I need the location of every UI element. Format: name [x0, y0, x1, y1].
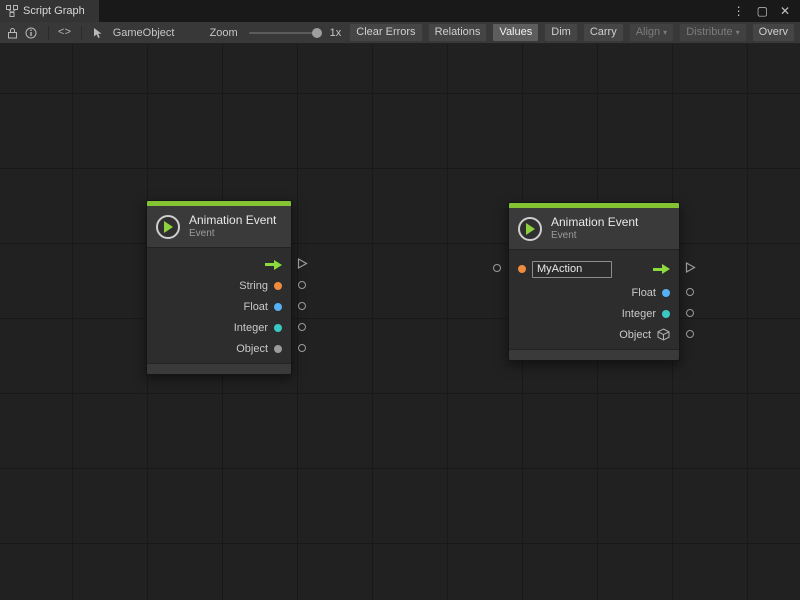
float-type-icon — [274, 303, 282, 311]
node-footer — [147, 363, 291, 374]
gameobject-picker-icon[interactable] — [89, 27, 105, 39]
port-label: Integer — [234, 322, 268, 334]
object-output-port[interactable] — [686, 330, 694, 338]
port-label: Object — [619, 329, 651, 341]
flow-output-port[interactable] — [685, 262, 696, 277]
tab-title: Script Graph — [23, 5, 85, 17]
flow-arrow-icon — [265, 260, 282, 270]
flow-output-row — [147, 254, 291, 275]
gameobject-label: GameObject — [113, 27, 175, 39]
node-subtitle: Event — [551, 230, 638, 242]
lock-icon[interactable] — [4, 27, 20, 39]
output-row-string: String — [147, 275, 291, 296]
carry-button[interactable]: Carry — [583, 23, 624, 42]
code-icon[interactable]: <> — [56, 27, 72, 39]
output-row-float: Float — [147, 296, 291, 317]
integer-output-port[interactable] — [298, 323, 306, 331]
output-row-integer: Integer — [509, 303, 679, 324]
node-header[interactable]: Animation Event Event — [509, 208, 679, 250]
port-label: Float — [632, 287, 656, 299]
distribute-button[interactable]: Distribute ▾ — [679, 23, 746, 42]
string-output-port[interactable] — [298, 281, 306, 289]
name-input-row — [509, 256, 679, 282]
chevron-down-icon: ▾ — [663, 28, 667, 37]
overview-button[interactable]: Overv — [752, 23, 795, 42]
output-row-integer: Integer — [147, 317, 291, 338]
port-label: String — [239, 280, 268, 292]
port-label: Float — [244, 301, 268, 313]
zoom-value: 1x — [330, 27, 342, 39]
node-animation-event-1[interactable]: Animation Event Event String Float — [146, 200, 292, 375]
string-type-icon — [518, 265, 526, 273]
output-row-float: Float — [509, 282, 679, 303]
flow-arrow-icon — [653, 264, 670, 274]
cube-icon — [657, 328, 670, 341]
tab-bar-spacer — [99, 0, 723, 22]
name-input-port[interactable] — [493, 264, 501, 272]
float-type-icon — [662, 289, 670, 297]
node-animation-event-2[interactable]: Animation Event Event Float Integer — [508, 202, 680, 361]
integer-output-port[interactable] — [686, 309, 694, 317]
window-menu-button[interactable]: ⋮ — [733, 5, 745, 17]
window-maximize-button[interactable]: ▢ — [757, 5, 768, 17]
output-row-object: Object — [509, 324, 679, 345]
toolbar-separator — [48, 26, 49, 40]
object-type-icon — [274, 345, 282, 353]
float-output-port[interactable] — [298, 302, 306, 310]
align-button[interactable]: Align▾ — [629, 23, 674, 42]
graph-icon — [6, 5, 18, 17]
port-label: Integer — [622, 308, 656, 320]
node-title: Animation Event — [189, 213, 276, 227]
port-label: Object — [236, 343, 268, 355]
event-play-icon — [156, 215, 180, 239]
action-name-input[interactable] — [532, 261, 612, 278]
tab-script-graph[interactable]: Script Graph — [0, 0, 99, 22]
graph-canvas[interactable]: Animation Event Event String Float — [0, 44, 800, 600]
node-body: String Float Integer Object — [147, 248, 291, 363]
node-footer — [509, 349, 679, 360]
flow-output-port[interactable] — [297, 257, 308, 272]
node-subtitle: Event — [189, 228, 276, 240]
zoom-slider[interactable] — [249, 32, 319, 34]
event-play-icon — [518, 217, 542, 241]
integer-type-icon — [274, 324, 282, 332]
zoom-label: Zoom — [210, 27, 238, 39]
window-close-button[interactable]: ✕ — [780, 5, 790, 17]
graph-toolbar: <> GameObject Zoom 1x Clear Errors Relat… — [0, 22, 800, 44]
node-header[interactable]: Animation Event Event — [147, 206, 291, 248]
info-icon[interactable] — [23, 27, 39, 39]
dim-button[interactable]: Dim — [544, 23, 578, 42]
toolbar-separator — [81, 26, 82, 40]
chevron-down-icon: ▾ — [736, 28, 740, 37]
zoom-slider-knob[interactable] — [312, 28, 322, 38]
distribute-label: Distribute — [686, 26, 732, 38]
integer-type-icon — [662, 310, 670, 318]
align-label: Align — [636, 26, 660, 38]
window-tab-bar: Script Graph ⋮ ▢ ✕ — [0, 0, 800, 22]
string-type-icon — [274, 282, 282, 290]
float-output-port[interactable] — [686, 288, 694, 296]
values-button[interactable]: Values — [492, 23, 539, 42]
node-body: Float Integer Object — [509, 250, 679, 349]
object-output-port[interactable] — [298, 344, 306, 352]
output-row-object: Object — [147, 338, 291, 359]
relations-button[interactable]: Relations — [428, 23, 488, 42]
node-title: Animation Event — [551, 215, 638, 229]
clear-errors-button[interactable]: Clear Errors — [349, 23, 422, 42]
